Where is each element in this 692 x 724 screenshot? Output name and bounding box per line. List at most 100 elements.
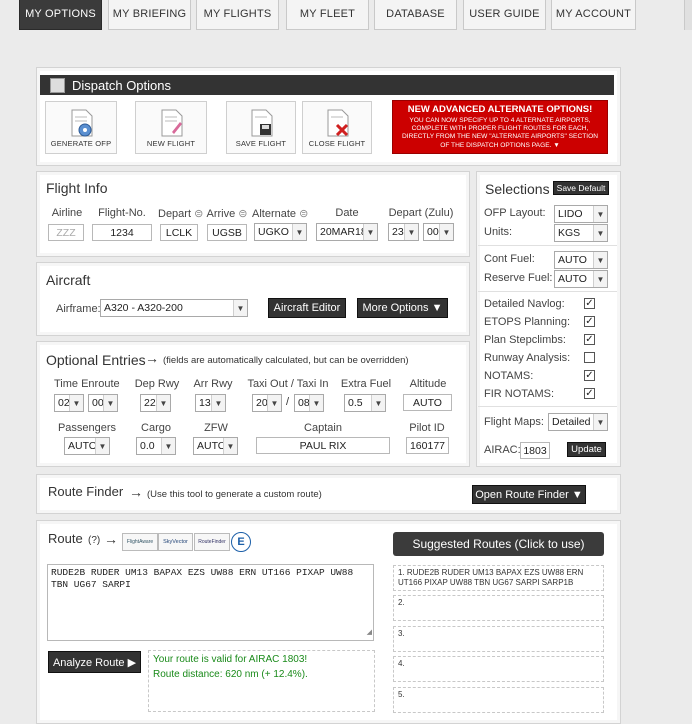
skyvector-logo[interactable]: SkyVector bbox=[158, 533, 193, 551]
detailed-navlog-checkbox[interactable]: ✓ bbox=[584, 298, 595, 309]
alternate-alert-banner[interactable]: NEW ADVANCED ALTERNATE OPTIONS! YOU CAN … bbox=[392, 100, 608, 154]
route-help-link[interactable]: (?) bbox=[88, 535, 100, 546]
notams-checkbox[interactable]: ✓ bbox=[584, 370, 595, 381]
alert-title: NEW ADVANCED ALTERNATE OPTIONS! bbox=[407, 104, 593, 115]
chevron-down-icon: ▼ bbox=[95, 438, 109, 454]
enroute-hour-select[interactable]: 02 ▼ bbox=[54, 394, 84, 412]
chevron-down-icon: ▼ bbox=[593, 271, 607, 287]
update-button[interactable]: Update bbox=[567, 442, 606, 457]
eurocontrol-logo[interactable]: E bbox=[231, 532, 251, 552]
chevron-down-icon: ▼ bbox=[223, 438, 237, 454]
resize-handle-icon[interactable]: ◢ bbox=[367, 628, 372, 640]
tab-database[interactable]: DATABASE bbox=[374, 0, 457, 30]
new-flight-label: NEW FLIGHT bbox=[146, 139, 196, 148]
etops-planning-label: ETOPS Planning: bbox=[484, 316, 571, 328]
tab-my-flights[interactable]: MY FLIGHTS bbox=[196, 0, 279, 30]
suggested-route-item[interactable]: 4. bbox=[393, 656, 604, 682]
etops-planning-checkbox[interactable]: ✓ bbox=[584, 316, 595, 327]
chevron-down-icon: ▼ bbox=[309, 395, 323, 411]
airac-field[interactable]: 1803 bbox=[520, 442, 550, 459]
save-default-button[interactable]: Save Default bbox=[553, 181, 609, 195]
passengers-select[interactable]: AUTO ▼ bbox=[64, 437, 110, 455]
optional-entries-title: Optional Entries bbox=[46, 352, 146, 368]
alternate-value: UGKO bbox=[258, 226, 289, 238]
fir-notams-checkbox[interactable]: ✓ bbox=[584, 388, 595, 399]
passengers-value: AUTO bbox=[68, 440, 97, 452]
tab-my-options[interactable]: MY OPTIONS bbox=[19, 0, 102, 30]
more-options-button[interactable]: More Options ▼ bbox=[357, 298, 448, 318]
cargo-select[interactable]: 0.0 ▼ bbox=[136, 437, 176, 455]
suggested-route-text: RUDE2B RUDER UM13 BAPAX EZS UW88 ERN UT1… bbox=[398, 568, 584, 587]
enroute-min-select[interactable]: 00 ▼ bbox=[88, 394, 118, 412]
altitude-field[interactable]: AUTO bbox=[403, 394, 452, 411]
save-flight-button[interactable]: SAVE FLIGHT bbox=[226, 101, 296, 154]
reserve-fuel-value: AUTO bbox=[558, 273, 587, 285]
suggested-route-num: 2. bbox=[398, 598, 405, 607]
analyze-route-button[interactable]: Analyze Route ▶ bbox=[48, 651, 141, 673]
suggested-route-num: 4. bbox=[398, 659, 405, 668]
arrow-right-icon: → bbox=[145, 350, 159, 366]
dispatch-icon bbox=[50, 78, 65, 93]
selections-title: Selections bbox=[485, 181, 550, 197]
cont-fuel-select[interactable]: AUTO ▼ bbox=[554, 251, 608, 269]
suggested-route-item[interactable]: 2. bbox=[393, 595, 604, 621]
suggested-route-item[interactable]: 1. RUDE2B RUDER UM13 BAPAX EZS UW88 ERN … bbox=[393, 565, 604, 591]
alternate-label: Alternate ⊜ bbox=[252, 208, 309, 220]
units-label: Units: bbox=[484, 226, 513, 238]
units-select[interactable]: KGS ▼ bbox=[554, 224, 608, 242]
chevron-down-icon: ▼ bbox=[211, 395, 225, 411]
aircraft-title: Aircraft bbox=[46, 272, 91, 288]
airframe-select[interactable]: A320 - A320-200 ▼ bbox=[100, 299, 248, 317]
runway-analysis-checkbox[interactable] bbox=[584, 352, 595, 363]
flight-no-field[interactable]: 1234 bbox=[92, 224, 152, 241]
plan-stepclimbs-checkbox[interactable]: ✓ bbox=[584, 334, 595, 345]
close-flight-label: CLOSE FLIGHT bbox=[308, 139, 366, 148]
dep-rwy-select[interactable]: 22 ▼ bbox=[140, 394, 171, 412]
airline-field[interactable]: ZZZ bbox=[48, 224, 84, 241]
altitude-label: Altitude bbox=[409, 378, 447, 390]
chevron-down-icon: ▼ bbox=[363, 224, 377, 240]
ofp-layout-select[interactable]: LIDO ▼ bbox=[554, 205, 608, 223]
alternate-select[interactable]: UGKO ▼ bbox=[254, 223, 307, 241]
suggested-route-item[interactable]: 5. bbox=[393, 687, 604, 713]
airframe-value: A320 - A320-200 bbox=[104, 302, 183, 314]
suggested-route-item[interactable]: 3. bbox=[393, 626, 604, 652]
dep-rwy-value: 22 bbox=[144, 397, 156, 409]
reserve-fuel-select[interactable]: AUTO ▼ bbox=[554, 270, 608, 288]
ofp-layout-value: LIDO bbox=[558, 208, 583, 220]
zfw-select[interactable]: AUTO ▼ bbox=[193, 437, 238, 455]
route-textarea[interactable]: RUDE2B RUDER UM13 BAPAX EZS UW88 ERN UT1… bbox=[47, 564, 374, 641]
pilot-id-field[interactable]: 160177 bbox=[406, 437, 449, 454]
new-flight-button[interactable]: NEW FLIGHT bbox=[135, 101, 207, 154]
dep-min-value: 00 bbox=[427, 226, 439, 238]
dep-min-select[interactable]: 00 ▼ bbox=[423, 223, 454, 241]
aircraft-editor-button[interactable]: Aircraft Editor bbox=[268, 298, 346, 318]
taxi-out-select[interactable]: 20 ▼ bbox=[252, 394, 282, 412]
fir-notams-label: FIR NOTAMS: bbox=[484, 388, 555, 400]
open-route-finder-button[interactable]: Open Route Finder ▼ bbox=[472, 485, 586, 504]
generate-ofp-label: GENERATE OFP bbox=[50, 139, 112, 148]
routefinder-logo[interactable]: RouteFinder bbox=[194, 533, 230, 551]
captain-field[interactable]: PAUL RIX bbox=[256, 437, 390, 454]
ofp-layout-label: OFP Layout: bbox=[484, 207, 546, 219]
generate-ofp-button[interactable]: GENERATE OFP bbox=[45, 101, 117, 154]
dep-hour-select[interactable]: 23 ▼ bbox=[388, 223, 419, 241]
tab-my-account[interactable]: MY ACCOUNT bbox=[551, 0, 636, 30]
route-finder-note: (Use this tool to generate a custom rout… bbox=[147, 489, 322, 500]
extra-fuel-select[interactable]: 0.5 ▼ bbox=[344, 394, 386, 412]
arrive-field[interactable]: UGSB bbox=[207, 224, 247, 241]
taxi-in-select[interactable]: 08 ▼ bbox=[294, 394, 324, 412]
flightaware-logo[interactable]: FlightAware bbox=[122, 533, 158, 551]
depart-field[interactable]: LCLK bbox=[160, 224, 198, 241]
arr-rwy-select[interactable]: 13 ▼ bbox=[195, 394, 226, 412]
taxi-in-value: 08 bbox=[298, 397, 310, 409]
flight-maps-value: Detailed bbox=[552, 416, 591, 428]
tab-my-fleet[interactable]: MY FLEET bbox=[286, 0, 369, 30]
close-flight-button[interactable]: CLOSE FLIGHT bbox=[302, 101, 372, 154]
tab-user-guide[interactable]: USER GUIDE bbox=[463, 0, 546, 30]
flight-maps-select[interactable]: Detailed ▼ bbox=[548, 413, 608, 431]
units-value: KGS bbox=[558, 227, 581, 239]
date-select[interactable]: 20MAR18 ▼ bbox=[316, 223, 378, 241]
tab-my-briefing[interactable]: MY BRIEFING bbox=[108, 0, 191, 30]
suggested-routes-header[interactable]: Suggested Routes (Click to use) bbox=[393, 532, 604, 556]
